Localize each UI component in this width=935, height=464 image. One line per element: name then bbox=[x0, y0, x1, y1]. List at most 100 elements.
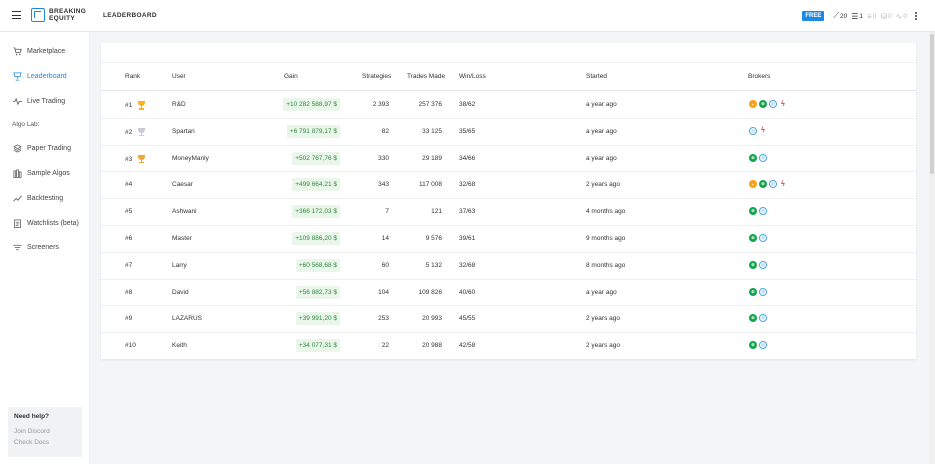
broker-green-icon[interactable]: ⊕ bbox=[749, 260, 757, 269]
stat-value: 0 bbox=[903, 12, 907, 20]
hamburger-menu-icon[interactable] bbox=[12, 11, 21, 19]
column-header-user[interactable]: User bbox=[172, 73, 186, 80]
table-row[interactable]: #6 Master +109 886,20 $ 14 9 576 39/61 9 month… bbox=[101, 226, 916, 253]
started-value: 2 years ago bbox=[586, 315, 620, 323]
column-header-strategies[interactable]: Strategies bbox=[362, 73, 391, 80]
user-name[interactable]: R&D bbox=[172, 101, 186, 108]
table-row[interactable]: #3 MoneyManly +502 767,76 $ 330 29 189 34/66 a… bbox=[101, 146, 916, 173]
sidebar-item-label: Watchlists (beta) bbox=[27, 219, 79, 227]
table-row[interactable]: #10 Keith +34 077,31 $ 22 20 988 42/58 2 years… bbox=[101, 333, 916, 360]
broker-red-icon[interactable]: ϟ bbox=[779, 180, 787, 188]
rank-value: #7 bbox=[125, 261, 133, 269]
stat-value: 0 bbox=[872, 12, 877, 20]
stat-database[interactable]: ⛁ 0 bbox=[880, 12, 891, 21]
sidebar-item-live-trading[interactable]: Live Trading bbox=[0, 94, 90, 108]
broker-red-icon[interactable]: ϟ bbox=[779, 100, 787, 108]
broker-green-icon[interactable]: ⊕ bbox=[749, 234, 757, 242]
help-box: Need help? Join Discord Check Docs bbox=[8, 407, 82, 457]
broker-green-icon[interactable]: ⊕ bbox=[749, 314, 757, 323]
table-row[interactable]: #9 LAZARUS +39 991,20 $ 253 20 993 45/55 2 yea… bbox=[101, 306, 916, 334]
sidebar-item-watchlists[interactable]: Watchlists (beta) bbox=[0, 216, 90, 230]
broker-green-icon[interactable]: ⊕ bbox=[749, 287, 757, 296]
strategies-value: 7 bbox=[385, 208, 389, 216]
strategies-value: 60 bbox=[381, 261, 389, 269]
broker-gold-icon[interactable]: ◗ bbox=[749, 180, 757, 189]
trades-made-value: 20 993 bbox=[422, 315, 442, 323]
check-docs-link[interactable]: Check Docs bbox=[14, 437, 76, 448]
table-row[interactable]: #5 Ashwani +366 172,03 $ 7 121 37/63 4 months … bbox=[101, 199, 916, 226]
database-icon: ⛁ bbox=[880, 11, 888, 21]
broker-blue-icon[interactable]: ◎ bbox=[759, 153, 767, 162]
sidebar-item-paper-trading[interactable]: Paper Trading bbox=[0, 141, 90, 155]
trophy-bronze-icon bbox=[137, 154, 146, 164]
broker-blue-icon[interactable]: ◎ bbox=[759, 287, 767, 296]
more-menu-icon[interactable] bbox=[915, 12, 917, 20]
broker-blue-icon[interactable]: ◎ bbox=[769, 100, 777, 108]
stat-sliders[interactable]: ☰ 1 bbox=[851, 12, 863, 21]
library-icon bbox=[12, 168, 22, 178]
table-row[interactable]: #1 R&D +10 282 588,97 $ 2 393 257 376 38/62 a … bbox=[101, 92, 916, 119]
sidebar-item-marketplace[interactable]: Marketplace bbox=[0, 44, 90, 58]
logo-line1: BREAKING bbox=[49, 8, 87, 15]
brokers-cell: ◗ ⊕ ◎ ϟ bbox=[749, 100, 789, 108]
brokers-cell: ⊕ ◎ bbox=[749, 234, 769, 242]
user-name[interactable]: MoneyManly bbox=[172, 155, 209, 162]
table-row[interactable]: #8 David +56 882,73 $ 104 109 826 40/60 a year… bbox=[101, 280, 916, 307]
sidebar-item-label: Paper Trading bbox=[27, 144, 71, 152]
user-name[interactable]: Larry bbox=[172, 262, 187, 269]
rank-cell: #6 bbox=[125, 235, 132, 242]
broker-green-icon[interactable]: ⊕ bbox=[749, 153, 757, 162]
broker-green-icon[interactable]: ⊕ bbox=[749, 341, 757, 350]
rank-cell: #4 bbox=[125, 181, 132, 188]
column-header-brokers[interactable]: Brokers bbox=[748, 73, 770, 80]
broker-red-icon[interactable]: ϟ bbox=[759, 127, 767, 135]
broker-blue-icon[interactable]: ◎ bbox=[769, 180, 777, 189]
started-value: 2 years ago bbox=[586, 181, 620, 189]
win-loss-value: 38/62 bbox=[459, 101, 476, 108]
stat-filter[interactable]: ≡ 0 bbox=[867, 12, 876, 21]
column-header-win-loss[interactable]: Win/Loss bbox=[459, 73, 486, 80]
broker-blue-icon[interactable]: ◎ bbox=[759, 234, 767, 242]
user-name[interactable]: David bbox=[172, 289, 189, 296]
user-name[interactable]: Ashwani bbox=[172, 208, 197, 215]
sidebar-item-label: Screeners bbox=[27, 243, 59, 251]
sidebar-item-screeners[interactable]: Screeners bbox=[0, 240, 90, 254]
broker-blue-icon[interactable]: ◎ bbox=[759, 341, 767, 350]
sidebar-item-backtesting[interactable]: Backtesting bbox=[0, 191, 90, 205]
strategies-value: 2 393 bbox=[372, 101, 389, 108]
brokers-cell: ⊕ ◎ bbox=[749, 260, 769, 269]
user-name[interactable]: Master bbox=[172, 235, 192, 242]
column-header-started[interactable]: Started bbox=[586, 73, 607, 80]
scrollbar-thumb[interactable] bbox=[930, 34, 934, 174]
table-row[interactable]: #7 Larry +60 568,68 $ 60 5 132 32/68 8 months … bbox=[101, 253, 916, 280]
table-row[interactable]: #4 Caesar +499 664,21 $ 343 117 008 32/68 2 ye… bbox=[101, 172, 916, 200]
broker-blue-icon[interactable]: ◎ bbox=[759, 260, 767, 269]
user-name[interactable]: Spartan bbox=[172, 128, 195, 135]
column-header-rank[interactable]: Rank bbox=[125, 73, 140, 80]
broker-green-icon[interactable]: ⊕ bbox=[759, 100, 767, 108]
leaderboard-card: Rank User Gain Strategies Trades Made Wi… bbox=[101, 43, 916, 359]
column-header-gain[interactable]: Gain bbox=[284, 73, 298, 80]
win-loss-value: 32/68 bbox=[459, 181, 476, 189]
user-name[interactable]: LAZARUS bbox=[172, 315, 202, 322]
join-discord-link[interactable]: Join Discord bbox=[14, 426, 76, 437]
stat-pulse[interactable]: ∿ 0 bbox=[896, 12, 907, 21]
broker-blue-icon[interactable]: ◎ bbox=[759, 207, 767, 216]
logo[interactable]: BREAKING EQUITY bbox=[31, 8, 86, 22]
broker-blue-icon[interactable]: ◎ bbox=[759, 314, 767, 323]
sidebar-item-leaderboard[interactable]: Leaderboard bbox=[0, 69, 90, 83]
user-name[interactable]: Keith bbox=[172, 342, 187, 349]
sidebar-item-label: Sample Algos bbox=[27, 169, 70, 177]
table-row[interactable]: #2 Spartan +6 791 879,17 $ 82 33 125 35/65 a y… bbox=[101, 119, 916, 146]
stat-trend[interactable]: ⟋ 20 bbox=[833, 11, 847, 21]
strategies-value: 104 bbox=[378, 288, 389, 296]
broker-green-icon[interactable]: ⊕ bbox=[759, 180, 767, 189]
broker-blue-icon[interactable]: ◎ bbox=[749, 126, 757, 135]
gain-value: +60 568,68 $ bbox=[295, 258, 340, 272]
user-name[interactable]: Caesar bbox=[172, 181, 193, 188]
sidebar-item-sample-algos[interactable]: Sample Algos bbox=[0, 166, 90, 180]
broker-green-icon[interactable]: ⊕ bbox=[749, 207, 757, 216]
column-header-trades-made[interactable]: Trades Made bbox=[407, 73, 445, 80]
broker-gold-icon[interactable]: ◗ bbox=[749, 100, 757, 108]
plan-badge[interactable]: FREE bbox=[802, 11, 825, 21]
